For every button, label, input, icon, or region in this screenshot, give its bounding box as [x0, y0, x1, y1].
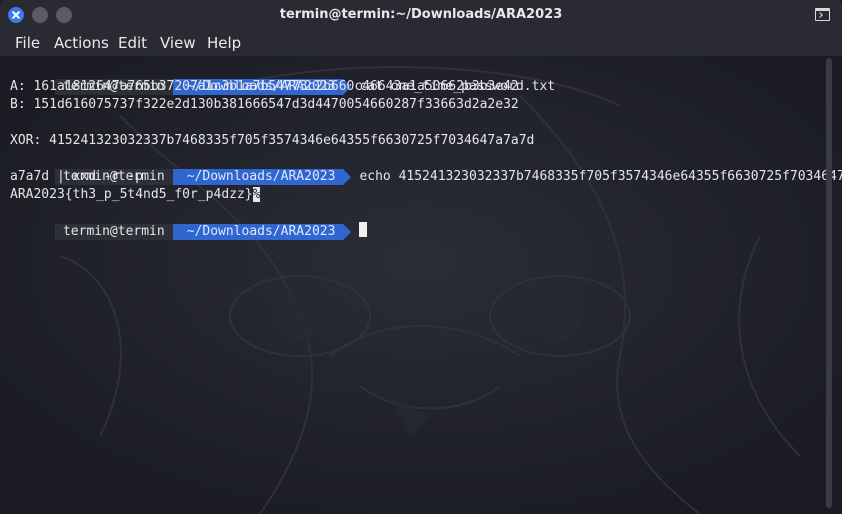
text-cursor [359, 222, 368, 237]
prompt-line-2: termin@termin ~/Downloads/ARA2023 echo 415… [10, 150, 842, 185]
output-line: XOR: 415241323032337b7468335f705f3574346… [10, 133, 535, 148]
prompt-path: ~/Downloads/ARA2023 [172, 224, 352, 240]
menu-file[interactable]: File [15, 34, 40, 52]
terminal-output-area[interactable]: termin@termin ~/Downloads/ARA2023 cat one_… [0, 56, 842, 514]
prompt-user: termin@termin [54, 224, 173, 240]
title-bar: termin@termin:~/Downloads/ARA2023 [0, 0, 842, 30]
no-newline-marker: % [252, 187, 261, 202]
menu-edit[interactable]: Edit [118, 34, 147, 52]
prompt-path: ~/Downloads/ARA2023 [172, 169, 352, 185]
output-line: B: 151d616075737f322e2d130b381666547d3d4… [10, 97, 519, 112]
prompt-line-1: termin@termin ~/Downloads/ARA2023 cat one_… [10, 60, 555, 95]
menu-help[interactable]: Help [207, 34, 241, 52]
background-artwork [0, 56, 842, 514]
menu-view[interactable]: View [160, 34, 196, 52]
menu-actions[interactable]: Actions [54, 34, 109, 52]
command-continuation: a7a7d | xxd -r -p [10, 169, 144, 184]
window-title: termin@termin:~/Downloads/ARA2023 [279, 7, 563, 22]
flag-output-line: ARA2023{th3_p_5t4nd5_f0r_p4dzz}% [10, 186, 261, 204]
command-text: echo 415241323032337b7468335f705f3574346… [359, 169, 842, 184]
terminal-window: termin@termin:~/Downloads/ARA2023 File A… [0, 0, 842, 514]
prompt-line-3: termin@termin ~/Downloads/ARA2023 [10, 204, 368, 240]
output-line: A: 161a1812647a765b37207a1c3b1a7b54773c2… [10, 79, 519, 94]
terminal-icon[interactable] [815, 8, 830, 21]
flag-text: ARA2023{th3_p_5t4nd5_f0r_p4dzz} [10, 187, 253, 202]
vertical-scrollbar[interactable] [826, 58, 832, 508]
menu-bar: File Actions Edit View Help [0, 30, 842, 56]
